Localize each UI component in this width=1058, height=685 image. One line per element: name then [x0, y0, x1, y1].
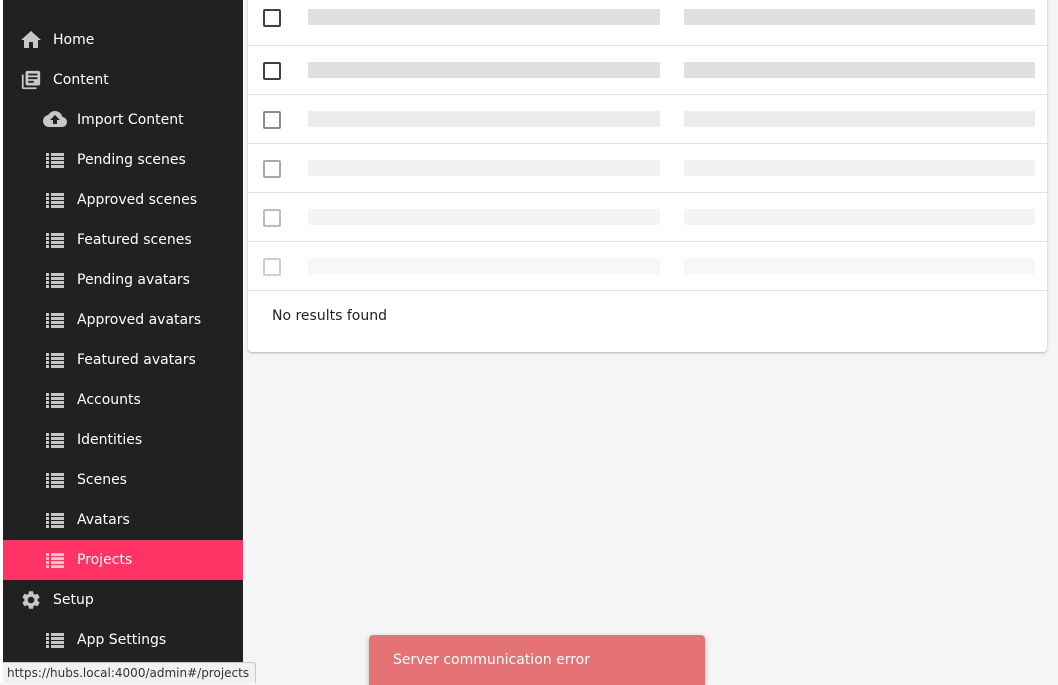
loading-placeholder-bar [684, 258, 1035, 274]
sidebar-item-home[interactable]: Home [3, 20, 243, 60]
list-icon [43, 468, 67, 492]
sidebar-item-scenes[interactable]: Scenes [3, 460, 243, 500]
sidebar-item-label: Scenes [77, 472, 127, 488]
sidebar-item-setup[interactable]: Setup [3, 580, 243, 620]
loading-placeholder-bar [308, 9, 660, 25]
library-books-icon [19, 68, 43, 92]
loading-placeholder-bar [684, 209, 1035, 225]
list-icon [43, 348, 67, 372]
sidebar-item-pending-avatars[interactable]: Pending avatars [3, 260, 243, 300]
row-checkbox[interactable] [263, 62, 281, 80]
row-checkbox[interactable] [263, 160, 281, 178]
loading-placeholder-bar [308, 62, 660, 78]
sidebar-item-import-content[interactable]: Import Content [3, 100, 243, 140]
list-icon [43, 148, 67, 172]
sidebar-item-label: Content [53, 72, 109, 88]
sidebar-item-label: Pending avatars [77, 272, 190, 288]
sidebar-item-content[interactable]: Content [3, 60, 243, 100]
row-checkbox[interactable] [263, 258, 281, 276]
sidebar-item-label: Pending scenes [77, 152, 186, 168]
table-row-placeholder [248, 95, 1047, 144]
cloud-upload-icon [43, 108, 67, 132]
list-icon [43, 548, 67, 572]
sidebar-item-label: Identities [77, 432, 143, 448]
table-row-placeholder [248, 0, 1047, 46]
row-checkbox[interactable] [263, 209, 281, 227]
list-icon [43, 628, 67, 652]
list-icon [43, 308, 67, 332]
list-icon [43, 228, 67, 252]
sidebar-item-label: Featured scenes [77, 232, 192, 248]
home-icon [19, 28, 43, 52]
sidebar-item-label: Home [53, 32, 95, 48]
sidebar-item-avatars[interactable]: Avatars [3, 500, 243, 540]
loading-placeholder-bar [308, 111, 660, 127]
no-results-message: No results found [272, 308, 387, 324]
sidebar-nav: Home Content Import Content Pending scenes A… [0, 0, 243, 683]
loading-placeholder-bar [684, 160, 1035, 176]
list-icon [43, 268, 67, 292]
loading-placeholder-bar [684, 111, 1035, 127]
list-icon [43, 508, 67, 532]
sidebar-item-featured-avatars[interactable]: Featured avatars [3, 340, 243, 380]
loading-placeholder-bar [684, 9, 1035, 25]
sidebar-item-approved-avatars[interactable]: Approved avatars [3, 300, 243, 340]
sidebar-item-label: Approved avatars [77, 312, 202, 328]
sidebar-item-pending-scenes[interactable]: Pending scenes [3, 140, 243, 180]
list-icon [43, 388, 67, 412]
snackbar-message: Server communication error [393, 652, 590, 668]
list-icon [43, 428, 67, 452]
loading-placeholder-bar [684, 62, 1035, 78]
table-row-placeholder [248, 144, 1047, 193]
sidebar-item-label: Featured avatars [77, 352, 196, 368]
error-snackbar[interactable]: Server communication error [369, 635, 705, 685]
sidebar-item-label: Projects [77, 552, 133, 568]
sidebar-item-label: Import Content [77, 112, 184, 128]
row-checkbox[interactable] [263, 9, 281, 27]
sidebar-item-identities[interactable]: Identities [3, 420, 243, 460]
status-bar-url: https://hubs.local:4000/admin#/projects [3, 662, 257, 683]
sidebar-item-app-settings[interactable]: App Settings [3, 620, 243, 660]
sidebar-item-label: Accounts [77, 392, 141, 408]
loading-placeholder-bar [308, 258, 660, 274]
loading-placeholder-bar [308, 160, 660, 176]
row-checkbox[interactable] [263, 111, 281, 129]
sidebar-item-label: Setup [53, 592, 94, 608]
projects-list-card: No results found [248, 0, 1047, 352]
sidebar-item-featured-scenes[interactable]: Featured scenes [3, 220, 243, 260]
sidebar-item-approved-scenes[interactable]: Approved scenes [3, 180, 243, 220]
sidebar-item-label: App Settings [77, 632, 167, 648]
table-row-placeholder [248, 46, 1047, 95]
gear-icon [19, 588, 43, 612]
loading-placeholder-bar [308, 209, 660, 225]
list-icon [43, 188, 67, 212]
table-row-placeholder [248, 193, 1047, 242]
table-row-placeholder [248, 242, 1047, 291]
sidebar-item-label: Approved scenes [77, 192, 197, 208]
sidebar-item-label: Avatars [77, 512, 130, 528]
sidebar-item-projects[interactable]: Projects [3, 540, 243, 580]
sidebar-item-accounts[interactable]: Accounts [3, 380, 243, 420]
